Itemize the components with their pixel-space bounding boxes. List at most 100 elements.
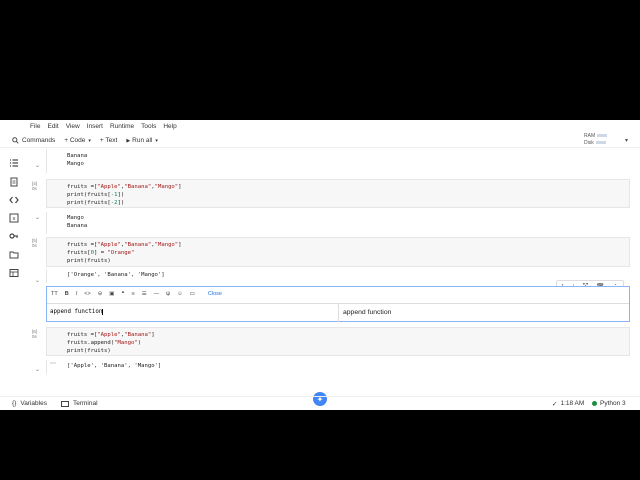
code-cell[interactable]: fruits =["Apple","Banana"] fruits.append… — [46, 327, 630, 356]
code-line: print(fruits) — [67, 258, 111, 265]
code-line: fruits =["Apple","Banana","Mango"] — [67, 184, 182, 190]
terminal-icon — [60, 400, 69, 407]
code-line: print(fruits[-1]) — [67, 192, 125, 199]
terminal-label: Terminal — [72, 400, 98, 407]
output-line: ['Apple', 'Banana', 'Mango'] — [67, 363, 162, 369]
key-icon[interactable] — [9, 231, 19, 241]
left-sidebar: x — [0, 150, 28, 390]
markdown-source: append function — [50, 309, 103, 315]
runtime-indicator[interactable]: Python 3 — [592, 400, 626, 407]
status-bar: {} Variables Terminal ✓ 1:18 AM Python 3 — [0, 396, 640, 410]
menu-help[interactable]: Help — [163, 123, 176, 130]
add-text-button[interactable]: + Text — [100, 137, 117, 144]
code-icon[interactable]: <> — [84, 291, 90, 297]
psi-icon[interactable]: ψ — [166, 291, 170, 297]
menu-edit[interactable]: Edit — [47, 123, 58, 130]
italic-icon[interactable]: I — [76, 291, 78, 297]
runtime-dot-icon — [592, 401, 597, 406]
code-line: print(fruits[-2]) — [67, 200, 125, 207]
commands-button[interactable]: Commands — [12, 137, 55, 144]
output-line: Banana — [67, 153, 88, 159]
menu-runtime[interactable]: Runtime — [110, 123, 134, 130]
svg-text:x: x — [13, 216, 16, 222]
chevron-down-icon: ▾ — [155, 137, 158, 144]
output-line: Mango — [67, 215, 84, 221]
markdown-editor[interactable]: append function — [47, 303, 339, 322]
cell-output: Mango Banana — [46, 212, 630, 234]
collapse-output-icon[interactable]: ⌄ — [35, 162, 40, 169]
folder-icon[interactable] — [9, 250, 19, 260]
document-icon[interactable] — [9, 177, 19, 187]
menu-bar: File Edit View Insert Runtime Tools Help — [0, 120, 640, 132]
terminal-button[interactable]: Terminal — [60, 400, 98, 407]
execution-status[interactable]: ✓ 1:18 AM — [552, 400, 584, 408]
variables-icon[interactable]: x — [9, 213, 19, 223]
close-button[interactable]: Close — [208, 291, 222, 297]
preview-text: append function — [343, 309, 392, 316]
output-line: ['Orange', 'Banana', 'Mango'] — [67, 272, 165, 278]
code-icon[interactable] — [9, 195, 19, 205]
collapse-output-icon[interactable]: ⌄ — [35, 214, 40, 221]
image-icon[interactable]: ▣ — [109, 291, 114, 297]
bulleted-list-icon[interactable]: ☰ — [142, 291, 147, 297]
format-toolbar: TT B I <> ⊖ ▣ ❝ ≡ ☰ — ψ ☺ ▭ Close — [51, 291, 229, 297]
search-icon — [12, 137, 19, 144]
runtime-label: Python 3 — [600, 400, 626, 407]
menu-view[interactable]: View — [66, 123, 80, 130]
text-cell[interactable]: TT B I <> ⊖ ▣ ❝ ≡ ☰ — ψ ☺ ▭ Close append… — [46, 286, 630, 322]
cell-exec-count[interactable]: [5] 0s — [32, 238, 37, 248]
collapse-output-icon[interactable]: ⌄ — [35, 277, 40, 284]
chevron-down-icon: ▾ — [88, 137, 91, 144]
code-line: fruits =["Apple","Banana","Mango"] — [67, 242, 182, 248]
numbered-list-icon[interactable]: ≡ — [131, 291, 134, 297]
toc-icon[interactable] — [9, 158, 19, 168]
bold-icon[interactable]: B — [65, 291, 69, 297]
disk-bar — [595, 141, 606, 145]
link-icon[interactable]: ⊖ — [98, 291, 103, 297]
code-line: print(fruits) — [67, 348, 111, 355]
output-line: Banana — [67, 223, 88, 229]
commands-label: Commands — [22, 137, 56, 144]
code-line: fruits.append("Mango") — [67, 340, 142, 347]
quote-icon[interactable]: ❝ — [122, 291, 125, 297]
variables-button[interactable]: {} Variables — [12, 400, 47, 407]
run-all-label: Run all — [132, 137, 153, 144]
ram-bar — [597, 134, 608, 138]
toolbar: Commands + Code ▾ + Text ▶ Run all ▾ — [0, 134, 640, 148]
collapse-output-icon[interactable]: ⌄ — [35, 366, 40, 373]
markdown-preview: append function — [339, 303, 629, 322]
add-text-label: + Text — [99, 137, 118, 144]
ram-label: RAM — [584, 133, 596, 139]
emoji-icon[interactable]: ☺ — [177, 291, 183, 297]
colab-window: File Edit View Insert Runtime Tools Help… — [0, 120, 640, 410]
menu-tools[interactable]: Tools — [141, 123, 156, 130]
resource-meter[interactable]: RAM Disk — [584, 133, 608, 147]
text-cursor — [102, 309, 104, 315]
disk-label: Disk — [584, 140, 594, 146]
horizontal-rule-icon[interactable]: — — [154, 291, 160, 297]
code-line: fruits =["Apple","Banana"] — [67, 332, 155, 338]
cell-output: ['Apple', 'Banana', 'Mango'] — [46, 360, 630, 374]
code-line: fruits[0] = "Orange" — [67, 250, 135, 257]
exec-time: 1:18 AM — [560, 400, 585, 407]
braces-icon: {} — [12, 400, 17, 407]
terminal-icon[interactable] — [9, 268, 19, 278]
heading-icon[interactable]: TT — [51, 291, 58, 297]
code-cell[interactable]: fruits =["Apple","Banana","Mango"] print… — [46, 179, 630, 208]
variables-label: Variables — [20, 400, 47, 407]
cell-exec-count[interactable]: [4] 0s — [32, 181, 37, 191]
add-code-label: + Code — [64, 137, 86, 144]
menu-insert[interactable]: Insert — [87, 123, 103, 130]
cell-output: ['Orange', 'Banana', 'Mango'] — [46, 269, 630, 283]
play-icon: ▶ — [126, 137, 131, 144]
run-all-button[interactable]: ▶ Run all ▾ — [126, 137, 158, 144]
cell-exec-count[interactable]: [6] 0s — [32, 329, 37, 339]
preview-icon[interactable]: ▭ — [190, 291, 195, 297]
add-code-button[interactable]: + Code ▾ — [64, 137, 91, 144]
chevron-down-icon[interactable]: ▾ — [625, 137, 628, 144]
menu-file[interactable]: File — [30, 123, 40, 130]
output-line: Mango — [67, 161, 84, 167]
code-cell[interactable]: fruits =["Apple","Banana","Mango"] fruit… — [46, 237, 630, 267]
check-icon: ✓ — [552, 400, 558, 408]
cell-output: ... Banana Mango — [46, 149, 630, 173]
